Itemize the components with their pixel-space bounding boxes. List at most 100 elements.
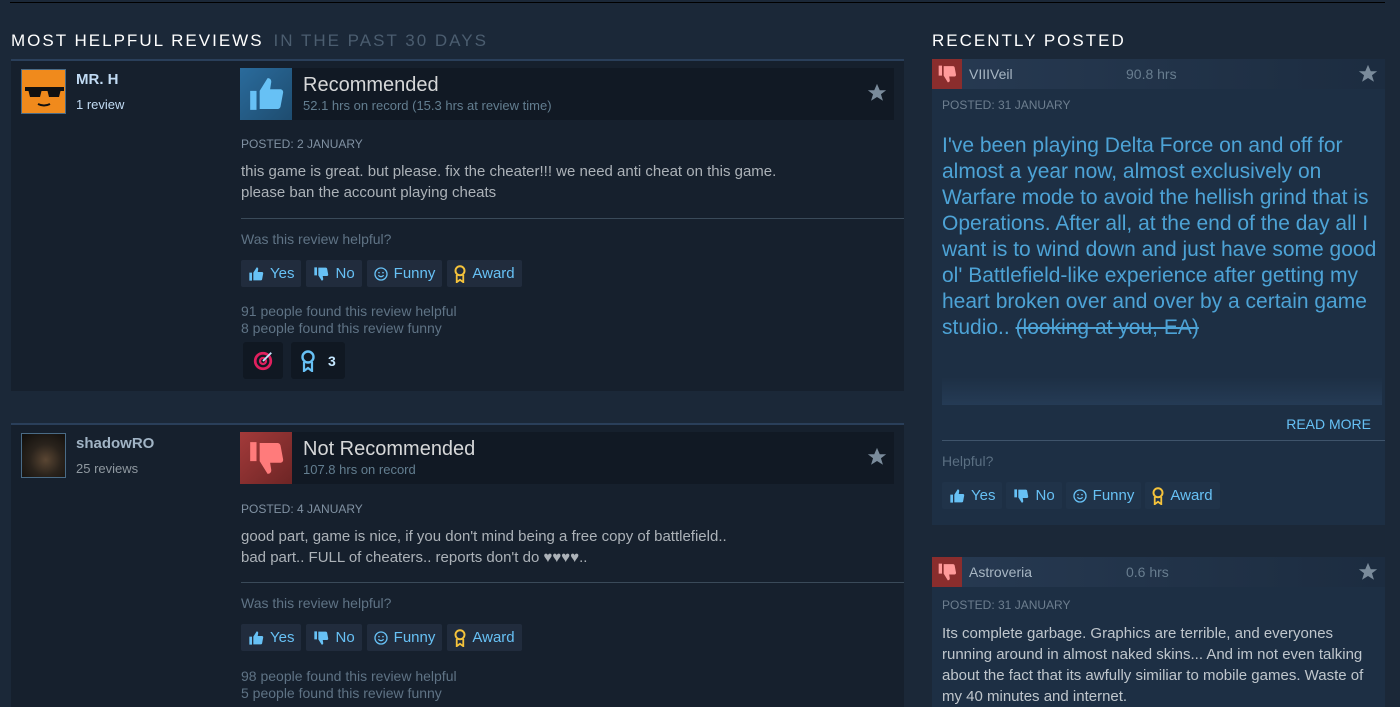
award-icon bbox=[1152, 486, 1164, 505]
ribbon-award[interactable]: 3 bbox=[291, 342, 345, 379]
verdict-title: Not Recommended bbox=[303, 438, 476, 460]
funny-count: 8 people found this review funny bbox=[241, 320, 442, 336]
helpful-question: Helpful? bbox=[942, 453, 994, 469]
top-divider bbox=[10, 2, 1385, 3]
award-label: Award bbox=[1170, 487, 1213, 504]
helpful-question: Was this review helpful? bbox=[241, 595, 392, 611]
funny-label: Funny bbox=[1092, 487, 1135, 504]
no-label: No bbox=[335, 265, 355, 282]
funny-button[interactable]: Funny bbox=[366, 260, 443, 287]
award-label: Award bbox=[472, 265, 515, 282]
recent-author-name[interactable]: VIIIVeil bbox=[969, 66, 1013, 82]
thumbs-up-icon bbox=[249, 630, 264, 645]
review-stats: 91 people found this review helpful 8 pe… bbox=[241, 303, 457, 337]
no-label: No bbox=[1035, 487, 1055, 504]
target-award[interactable] bbox=[243, 342, 283, 379]
vote-header[interactable]: Recommended 52.1 hrs on record (15.3 hrs… bbox=[240, 68, 894, 120]
strikethrough-text: (looking at you, EA) bbox=[1015, 316, 1199, 339]
vote-header[interactable]: Not Recommended 107.8 hrs on record bbox=[240, 432, 894, 484]
vote-buttons: Yes No Funny Award bbox=[942, 482, 1220, 509]
hours-on-record: 107.8 hrs on record bbox=[303, 462, 416, 477]
review-line: this game is great. but please. fix the … bbox=[241, 163, 777, 180]
author-review-count[interactable]: 25 reviews bbox=[76, 461, 138, 476]
vote-buttons: Yes No Funny Award bbox=[241, 624, 522, 651]
review-body: this game is great. but please. fix the … bbox=[241, 161, 881, 203]
thumbs-up-icon bbox=[240, 68, 292, 120]
funny-button[interactable]: Funny bbox=[366, 624, 443, 651]
author-name[interactable]: shadowRO bbox=[76, 435, 154, 452]
star-icon[interactable] bbox=[1357, 561, 1379, 583]
star-icon[interactable] bbox=[1357, 63, 1379, 85]
most-helpful-heading: MOST HELPFUL REVIEWS IN THE PAST 30 DAYS bbox=[11, 31, 488, 51]
avatar[interactable] bbox=[21, 69, 66, 114]
recent-review-text: I've been playing Delta Force on and off… bbox=[942, 134, 1377, 339]
author-review-count[interactable]: 1 review bbox=[76, 97, 124, 112]
avatar-sunglasses-icon bbox=[22, 70, 65, 113]
card-topbar bbox=[11, 59, 904, 61]
funny-label: Funny bbox=[393, 265, 436, 282]
yes-label: Yes bbox=[971, 487, 996, 504]
yes-label: Yes bbox=[270, 629, 295, 646]
divider bbox=[241, 218, 904, 219]
funny-icon bbox=[374, 266, 388, 281]
verdict-title: Recommended bbox=[303, 74, 439, 96]
helpful-count: 91 people found this review helpful bbox=[241, 303, 457, 319]
yes-button[interactable]: Yes bbox=[241, 260, 302, 287]
recent-review-text: Its complete garbage. Graphics are terri… bbox=[942, 625, 1364, 705]
funny-button[interactable]: Funny bbox=[1065, 482, 1142, 509]
thumbs-down-icon bbox=[932, 59, 962, 89]
ribbon-award-icon bbox=[301, 349, 315, 372]
yes-button[interactable]: Yes bbox=[241, 624, 302, 651]
star-icon[interactable] bbox=[866, 446, 888, 468]
posted-date: POSTED: 31 JANUARY bbox=[942, 598, 1071, 612]
divider bbox=[241, 582, 904, 583]
yes-button[interactable]: Yes bbox=[942, 482, 1003, 509]
recent-review-card: Astroveria 0.6 hrs POSTED: 31 JANUARY It… bbox=[932, 557, 1385, 707]
award-button[interactable]: Award bbox=[1145, 482, 1220, 509]
posted-date: POSTED: 4 JANUARY bbox=[241, 502, 363, 516]
recent-review-card: VIIIVeil 90.8 hrs POSTED: 31 JANUARY I'v… bbox=[932, 59, 1385, 525]
posted-date: POSTED: 31 JANUARY bbox=[942, 98, 1071, 112]
helpful-count: 98 people found this review helpful bbox=[241, 668, 457, 684]
yes-label: Yes bbox=[270, 265, 295, 282]
award-button[interactable]: Award bbox=[447, 624, 522, 651]
thumbs-down-icon bbox=[240, 432, 292, 484]
author-name[interactable]: MR. H bbox=[76, 71, 119, 88]
award-label: Award bbox=[472, 629, 515, 646]
period-subtitle: IN THE PAST 30 DAYS bbox=[273, 31, 488, 50]
recently-posted-heading: RECENTLY POSTED bbox=[932, 31, 1126, 50]
funny-label: Funny bbox=[393, 629, 436, 646]
card-topbar bbox=[11, 423, 904, 425]
vote-buttons: Yes No Funny Award bbox=[241, 260, 522, 287]
no-button[interactable]: No bbox=[306, 624, 362, 651]
review-card: shadowRO 25 reviews Not Recommended 107.… bbox=[11, 423, 904, 707]
divider bbox=[942, 440, 1385, 441]
review-body: good part, game is nice, if you don't mi… bbox=[241, 526, 881, 568]
read-more-link[interactable]: READ MORE bbox=[1286, 416, 1371, 432]
thumbs-down-icon bbox=[314, 630, 329, 645]
text-fade bbox=[942, 377, 1382, 405]
review-line: please ban the account playing cheats bbox=[241, 184, 497, 201]
awards-row: 3 bbox=[243, 342, 345, 379]
recent-review-header[interactable]: Astroveria 0.6 hrs bbox=[932, 557, 1385, 587]
thumbs-down-icon bbox=[1014, 488, 1029, 503]
recent-review-header[interactable]: VIIIVeil 90.8 hrs bbox=[932, 59, 1385, 89]
award-button[interactable]: Award bbox=[447, 260, 522, 287]
recent-hours: 0.6 hrs bbox=[1126, 564, 1169, 580]
thumbs-up-icon bbox=[249, 266, 264, 281]
review-line: bad part.. FULL of cheaters.. reports do… bbox=[241, 549, 588, 566]
review-stats: 98 people found this review helpful 5 pe… bbox=[241, 668, 457, 702]
recent-hours: 90.8 hrs bbox=[1126, 66, 1177, 82]
no-button[interactable]: No bbox=[1006, 482, 1062, 509]
target-award-icon bbox=[253, 351, 273, 370]
award-icon bbox=[454, 264, 466, 283]
posted-date: POSTED: 2 JANUARY bbox=[241, 137, 363, 151]
star-icon[interactable] bbox=[866, 82, 888, 104]
most-helpful-title: MOST HELPFUL REVIEWS bbox=[11, 31, 264, 50]
avatar[interactable] bbox=[21, 433, 66, 478]
no-button[interactable]: No bbox=[306, 260, 362, 287]
no-label: No bbox=[335, 629, 355, 646]
recent-author-name[interactable]: Astroveria bbox=[969, 564, 1032, 580]
review-card: MR. H 1 review Recommended 52.1 hrs on r… bbox=[11, 59, 904, 391]
award-count: 3 bbox=[328, 352, 336, 369]
